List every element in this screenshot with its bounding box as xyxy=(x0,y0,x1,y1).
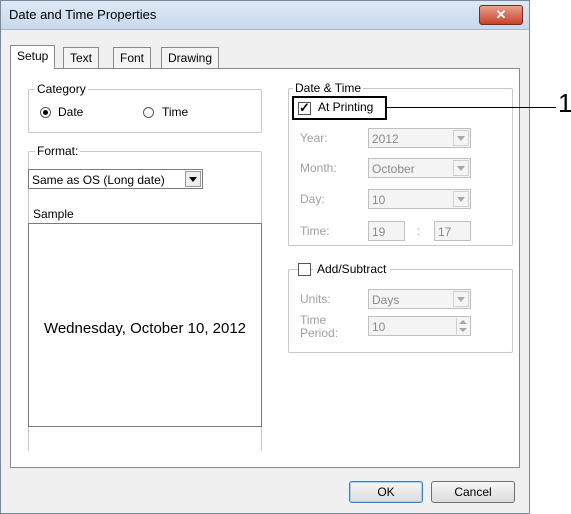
title-bar[interactable]: Date and Time Properties ✕ xyxy=(1,1,529,30)
time-minute-field[interactable]: 17 xyxy=(434,221,471,241)
tab-font[interactable]: Font xyxy=(113,47,152,69)
year-label: Year: xyxy=(300,131,328,145)
time-period-label-2: Period: xyxy=(300,326,339,340)
time-hour-value: 19 xyxy=(372,225,386,239)
at-printing-checkbox[interactable] xyxy=(298,100,311,116)
time-label: Time: xyxy=(300,224,330,238)
add-subtract-label: Add/Subtract xyxy=(313,262,391,276)
date-radio[interactable] xyxy=(40,107,51,118)
cancel-button[interactable]: Cancel xyxy=(431,481,515,503)
tab-text[interactable]: Text xyxy=(63,47,100,69)
close-button[interactable]: ✕ xyxy=(479,5,523,25)
date-time-properties-dialog: Date and Time Properties ✕ Setup Text Fo… xyxy=(0,0,530,514)
date-time-legend: Date & Time xyxy=(293,81,364,95)
units-label: Units: xyxy=(300,292,331,306)
format-select[interactable]: Same as OS (Long date) xyxy=(28,169,203,189)
day-select[interactable]: 10 xyxy=(368,189,471,209)
units-value: Days xyxy=(372,293,400,307)
callout-line xyxy=(386,107,556,108)
month-value: October xyxy=(372,162,415,176)
units-select[interactable]: Days xyxy=(368,289,471,309)
year-select[interactable]: 2012 xyxy=(368,128,471,148)
at-printing-label: At Printing xyxy=(318,100,374,114)
chevron-down-icon[interactable] xyxy=(453,130,469,146)
add-subtract-group xyxy=(288,269,513,353)
format-legend: Format: xyxy=(35,144,81,158)
time-minute-value: 17 xyxy=(438,225,452,239)
sample-text: Wednesday, October 10, 2012 xyxy=(43,320,247,337)
category-legend: Category xyxy=(35,82,88,96)
date-radio-label: Date xyxy=(58,105,84,119)
sample-preview: Wednesday, October 10, 2012 xyxy=(28,223,262,427)
time-radio-label: Time xyxy=(162,105,189,119)
time-period-label-1: Time xyxy=(300,313,327,327)
tab-setup[interactable]: Setup xyxy=(10,45,56,69)
callout-number: 1 xyxy=(558,88,571,118)
time-period-stepper[interactable]: 10 xyxy=(368,316,471,336)
spinner-arrows-icon[interactable] xyxy=(456,318,469,334)
chevron-down-icon[interactable] xyxy=(453,191,469,207)
tab-drawing[interactable]: Drawing xyxy=(161,47,220,69)
month-label: Month: xyxy=(300,161,337,175)
window-title: Date and Time Properties xyxy=(9,7,157,22)
day-value: 10 xyxy=(372,193,386,207)
ok-button[interactable]: OK xyxy=(349,481,423,503)
time-separator: : xyxy=(417,224,421,238)
year-value: 2012 xyxy=(372,132,399,146)
time-radio[interactable] xyxy=(143,107,154,118)
category-group: Category Date Time xyxy=(28,82,262,133)
month-select[interactable]: October xyxy=(368,158,471,178)
chevron-down-icon[interactable] xyxy=(453,160,469,176)
time-hour-field[interactable]: 19 xyxy=(368,221,405,241)
chevron-down-icon[interactable] xyxy=(185,171,201,187)
add-subtract-checkbox[interactable] xyxy=(298,263,311,276)
chevron-down-icon[interactable] xyxy=(453,291,469,307)
format-select-value: Same as OS (Long date) xyxy=(32,173,165,187)
day-label: Day: xyxy=(300,192,325,206)
sample-label: Sample xyxy=(33,207,74,221)
time-period-value: 10 xyxy=(372,320,386,334)
